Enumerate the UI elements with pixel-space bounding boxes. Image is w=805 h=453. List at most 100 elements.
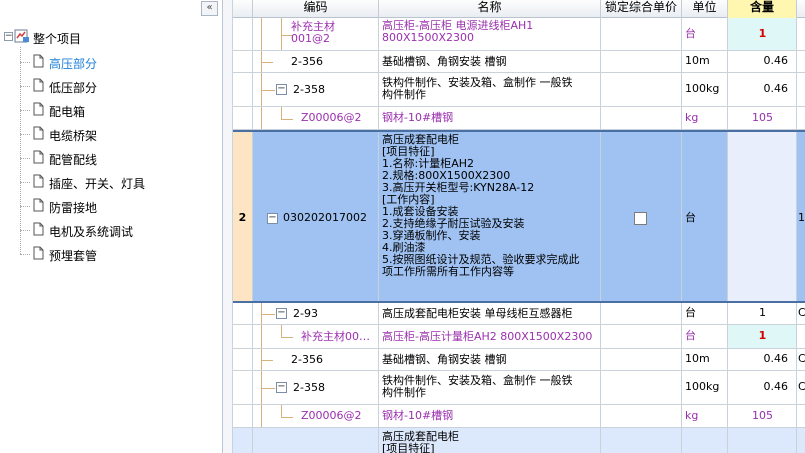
row-code: 030202017002 — [283, 211, 367, 224]
row-code: 2-356 — [291, 353, 323, 366]
header-quantity[interactable]: 含量 — [728, 0, 797, 18]
table-row[interactable]: 补充主材 001@2 高压柜-高压柜 电源进线柜AH1 800X1500X2300… — [233, 18, 805, 51]
row-name: 高压柜-高压计量柜AH2 800X1500X2300 — [382, 330, 593, 343]
table-row[interactable]: Z00006@2 钢材-10#槽钢 kg 105 — [233, 405, 805, 428]
row-code: Z00006@2 — [301, 409, 362, 422]
tree-item-lightning-grounding[interactable]: 防雷接地 — [20, 196, 210, 216]
row-quantity: 1 — [758, 329, 767, 342]
tree-item-label: 高压部分 — [49, 57, 98, 71]
grid-header: 编码 名称 锁定综合单价 单位 含量 — [233, 0, 805, 18]
row-unit: kg — [685, 111, 699, 124]
collapse-panel-button[interactable]: « — [201, 1, 218, 16]
tree-item-cable-tray[interactable]: 电缆桥架 — [20, 124, 210, 144]
table-row[interactable]: −2-358 铁构件制作、安装及箱、盒制作 一般铁 构件制作 100kg 0.46 — [233, 73, 805, 107]
tree-item-conduit-wiring[interactable]: 配管配线 — [20, 148, 210, 168]
document-icon — [33, 78, 44, 92]
row-name: 基础槽钢、角钢安装 槽钢 — [382, 353, 507, 366]
row-unit: 台 — [685, 306, 696, 319]
row-seq — [233, 73, 253, 106]
collapse-row-button[interactable]: − — [276, 84, 287, 95]
document-icon — [33, 246, 44, 260]
table-row[interactable]: −2-358 铁构件制作、安装及箱、盒制作 一般铁 构件制作 100kg 0.46 C — [233, 371, 805, 405]
row-unit: 10m — [685, 352, 710, 365]
table-row[interactable]: 补充主材00… 高压柜-高压计量柜AH2 800X1500X2300 台 1 — [233, 325, 805, 349]
row-name: 钢材-10#槽钢 — [382, 409, 454, 422]
row-code: 2-358 — [293, 83, 325, 96]
row-unit: 10m — [685, 54, 710, 67]
row-code: 补充主材 001@2 — [291, 20, 335, 45]
header-code[interactable]: 编码 — [253, 0, 379, 18]
header-name[interactable]: 名称 — [379, 0, 601, 18]
row-extra: C — [798, 352, 805, 365]
row-name: 钢材-10#槽钢 — [382, 111, 454, 124]
document-icon — [33, 54, 44, 68]
document-icon — [33, 102, 44, 116]
table-row[interactable]: −2-93 高压成套配电柜安装 单母线柜互感器柜 台 1 C — [233, 303, 805, 325]
table-row[interactable]: 2 −030202017002 高压成套配电柜 [项目特征] 1.名称:计量柜AH2… — [233, 130, 805, 303]
tree-item-distribution-box[interactable]: 配电箱 — [20, 100, 210, 120]
tree-item-embedded-sleeve[interactable]: 预埋套管 — [20, 244, 210, 264]
row-name: 基础槽钢、角钢安装 槽钢 — [382, 55, 507, 68]
row-unit: kg — [685, 409, 699, 422]
collapse-row-button[interactable]: − — [276, 382, 287, 393]
row-seq — [233, 303, 253, 324]
row-code: Z00006@2 — [301, 111, 362, 124]
tree-item-label: 插座、开关、灯具 — [49, 177, 146, 191]
tree-item-high-voltage[interactable]: 高压部分 — [20, 52, 210, 72]
row-seq — [233, 325, 253, 348]
row-extra: 1 — [798, 211, 805, 224]
row-name: 高压成套配电柜 [项目特征] — [382, 430, 459, 453]
table-row[interactable]: 2-356 基础槽钢、角钢安装 槽钢 10m 0.46 — [233, 51, 805, 73]
row-quantity: 1 — [758, 27, 767, 40]
row-quantity: 105 — [752, 111, 773, 124]
row-code: 2-358 — [293, 381, 325, 394]
row-code: 2-93 — [293, 307, 318, 320]
tree-item-low-voltage[interactable]: 低压部分 — [20, 76, 210, 96]
project-icon — [14, 29, 29, 43]
tree-root-expander[interactable]: − — [4, 32, 13, 41]
row-quantity: 105 — [752, 409, 773, 422]
document-icon — [33, 126, 44, 140]
document-icon — [33, 150, 44, 164]
tree-item-socket-switch-lamp[interactable]: 插座、开关、灯具 — [20, 172, 210, 192]
row-seq — [233, 18, 253, 50]
bill-of-quantities-grid: 编码 名称 锁定综合单价 单位 含量 补充主材 001@2 高压柜-高压柜 电源进… — [233, 0, 805, 453]
tree-item-label: 电机及系统调试 — [49, 225, 134, 239]
row-name: 高压柜-高压柜 电源进线柜AH1 800X1500X2300 — [382, 19, 534, 44]
header-extra — [797, 0, 805, 18]
collapse-row-button[interactable]: − — [267, 213, 278, 224]
row-unit: 100kg — [685, 380, 720, 393]
document-icon — [33, 222, 44, 236]
row-seq — [233, 371, 253, 404]
row-code: 补充主材00… — [301, 330, 370, 343]
collapse-row-button[interactable]: − — [276, 308, 287, 319]
row-quantity: 0.46 — [763, 380, 789, 393]
row-seq: 2 — [233, 132, 253, 301]
tree-item-label: 电缆桥架 — [49, 129, 98, 143]
row-quantity: 1 — [759, 306, 766, 319]
tree-root-item[interactable]: − 整个项目 — [0, 28, 200, 46]
row-seq — [233, 107, 253, 129]
lock-price-checkbox[interactable] — [634, 212, 647, 225]
row-unit: 台 — [685, 329, 696, 342]
row-unit: 台 — [685, 27, 696, 40]
row-extra: C — [798, 380, 805, 393]
row-code: 2-356 — [291, 55, 323, 68]
row-quantity: 0.46 — [763, 82, 789, 95]
row-unit: 台 — [685, 211, 696, 224]
table-row[interactable]: 高压成套配电柜 [项目特征] — [233, 428, 805, 453]
row-seq — [233, 405, 253, 427]
row-name: 铁构件制作、安装及箱、盒制作 一般铁 构件制作 — [382, 76, 573, 101]
table-row[interactable]: 2-356 基础槽钢、角钢安装 槽钢 10m 0.46 C — [233, 349, 805, 371]
table-row[interactable]: Z00006@2 钢材-10#槽钢 kg 105 — [233, 107, 805, 130]
header-unit[interactable]: 单位 — [682, 0, 728, 18]
row-seq — [233, 428, 253, 453]
tree-item-label: 配电箱 — [49, 105, 86, 119]
document-icon — [33, 174, 44, 188]
row-extra: C — [798, 306, 805, 319]
tree-item-label: 防雷接地 — [49, 201, 98, 215]
tree-item-motor-system-test[interactable]: 电机及系统调试 — [20, 220, 210, 240]
row-quantity: 0.46 — [763, 352, 789, 365]
document-icon — [33, 198, 44, 212]
header-lock-price[interactable]: 锁定综合单价 — [601, 0, 682, 18]
